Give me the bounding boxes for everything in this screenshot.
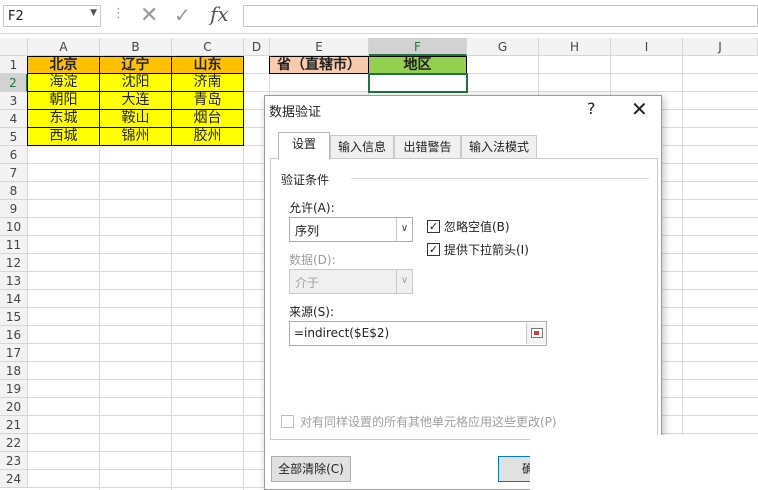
tab-error-alert[interactable]: 出错警告 bbox=[394, 135, 461, 159]
chevron-down-icon[interactable]: ∨ bbox=[396, 218, 412, 241]
insert-function-icon[interactable]: fx bbox=[210, 2, 229, 26]
row-header[interactable]: 16 bbox=[0, 326, 28, 344]
column-header[interactable]: C bbox=[172, 38, 244, 56]
row-header[interactable]: 19 bbox=[0, 380, 28, 398]
help-icon[interactable]: ? bbox=[587, 99, 596, 118]
tab-settings[interactable]: 设置 bbox=[278, 132, 330, 160]
table-cell[interactable]: 青岛 bbox=[172, 92, 244, 110]
row-header[interactable]: 20 bbox=[0, 398, 28, 416]
allow-select[interactable]: 序列 ∨ bbox=[289, 217, 413, 242]
column-header[interactable]: H bbox=[539, 38, 611, 56]
data-select[interactable]: 介于 ∨ bbox=[289, 269, 413, 294]
formula-bar: F2 ▼ ⋮ ✕ ✓ fx bbox=[0, 0, 758, 34]
row-header[interactable]: 14 bbox=[0, 290, 28, 308]
column-header[interactable]: E bbox=[270, 38, 369, 56]
table-cell[interactable]: 烟台 bbox=[172, 110, 244, 128]
name-box[interactable]: F2 ▼ bbox=[3, 5, 101, 27]
row-header[interactable]: 18 bbox=[0, 362, 28, 380]
tab-ime-mode[interactable]: 输入法模式 bbox=[461, 135, 537, 159]
dialog-title: 数据验证 bbox=[269, 105, 322, 120]
row-header[interactable]: 17 bbox=[0, 344, 28, 362]
row-header[interactable]: 11 bbox=[0, 236, 28, 254]
table-cell[interactable]: 西城 bbox=[27, 128, 100, 146]
province-header-cell[interactable]: 省（直辖市） bbox=[269, 56, 369, 74]
close-icon[interactable]: ✕ bbox=[631, 97, 648, 121]
validation-criteria-label: 验证条件 bbox=[281, 173, 330, 187]
clear-all-button[interactable]: 全部清除(C) bbox=[271, 456, 351, 482]
table-cell[interactable]: 海淀 bbox=[27, 74, 100, 92]
source-label: 来源(S): bbox=[289, 305, 335, 319]
row-header[interactable]: 6 bbox=[0, 146, 28, 164]
apply-all-label[interactable]: 对有同样设置的所有其他单元格应用这些更改(P) bbox=[300, 413, 557, 430]
region-header-cell[interactable]: 地区 bbox=[369, 56, 467, 74]
row-header[interactable]: 5 bbox=[0, 128, 28, 146]
table-cell[interactable]: 鞍山 bbox=[100, 110, 172, 128]
name-box-value: F2 bbox=[8, 9, 24, 24]
cancel-icon[interactable]: ✕ bbox=[140, 3, 158, 28]
column-header[interactable]: F bbox=[369, 38, 467, 56]
allow-label: 允许(A): bbox=[289, 201, 335, 215]
dialog-tabs: 设置 输入信息 出错警告 输入法模式 bbox=[270, 132, 658, 160]
column-header[interactable]: I bbox=[611, 38, 683, 56]
enter-icon[interactable]: ✓ bbox=[174, 3, 191, 27]
table-header-cell[interactable]: 辽宁 bbox=[100, 56, 172, 74]
table-cell[interactable]: 朝阳 bbox=[27, 92, 100, 110]
data-value: 介于 bbox=[295, 276, 320, 290]
table-header-cell[interactable]: 北京 bbox=[27, 56, 100, 74]
gridline bbox=[682, 56, 683, 490]
data-validation-dialog: 数据验证 ? ✕ 设置 输入信息 出错警告 输入法模式 验证条件 允许(A): … bbox=[264, 95, 662, 490]
row-header[interactable]: 24 bbox=[0, 470, 28, 488]
source-input[interactable]: =indirect($E$2) bbox=[289, 321, 547, 346]
chevron-down-icon[interactable]: ▼ bbox=[90, 8, 97, 18]
range-select-glyph bbox=[531, 328, 543, 338]
row-header[interactable]: 2 bbox=[0, 74, 28, 92]
data-label: 数据(D): bbox=[289, 253, 336, 267]
table-header-cell[interactable]: 山东 bbox=[172, 56, 244, 74]
ignore-blank-checkbox[interactable]: ✓ bbox=[427, 220, 440, 233]
active-cell-f2[interactable] bbox=[368, 73, 468, 93]
select-all-corner[interactable] bbox=[0, 38, 28, 56]
table-cell[interactable]: 锦州 bbox=[100, 128, 172, 146]
tab-input-message[interactable]: 输入信息 bbox=[330, 135, 394, 159]
row-header[interactable]: 10 bbox=[0, 218, 28, 236]
row-header[interactable]: 1 bbox=[0, 56, 28, 74]
apply-all-checkbox[interactable] bbox=[281, 415, 294, 428]
table-cell[interactable]: 沈阳 bbox=[100, 74, 172, 92]
column-header[interactable]: A bbox=[28, 38, 100, 56]
ignore-blank-label[interactable]: 忽略空值(B) bbox=[444, 218, 510, 235]
row-header[interactable]: 8 bbox=[0, 182, 28, 200]
chevron-down-icon[interactable]: ∨ bbox=[396, 270, 412, 293]
row-header[interactable]: 12 bbox=[0, 254, 28, 272]
column-header[interactable]: D bbox=[244, 38, 270, 56]
column-header[interactable]: J bbox=[683, 38, 758, 56]
table-cell[interactable]: 胶州 bbox=[172, 128, 244, 146]
row-header[interactable]: 23 bbox=[0, 452, 28, 470]
row-header[interactable]: 7 bbox=[0, 164, 28, 182]
row-header[interactable]: 3 bbox=[0, 92, 28, 110]
table-cell[interactable]: 济南 bbox=[172, 74, 244, 92]
drag-handle-icon[interactable]: ⋮ bbox=[112, 6, 125, 21]
column-header[interactable]: B bbox=[100, 38, 172, 56]
table-cell[interactable]: 大连 bbox=[100, 92, 172, 110]
row-header[interactable]: 13 bbox=[0, 272, 28, 290]
section-divider bbox=[351, 178, 649, 179]
in-cell-dropdown-label[interactable]: 提供下拉箭头(I) bbox=[444, 241, 529, 258]
row-header[interactable]: 9 bbox=[0, 200, 28, 218]
overlay-patch bbox=[530, 435, 758, 490]
settings-panel: 验证条件 允许(A): 序列 ∨ 数据(D): 介于 ∨ ✓ 忽略空值(B) ✓… bbox=[270, 158, 658, 440]
in-cell-dropdown-checkbox[interactable]: ✓ bbox=[427, 243, 440, 256]
row-header[interactable]: 15 bbox=[0, 308, 28, 326]
row-header[interactable]: 21 bbox=[0, 416, 28, 434]
source-value: =indirect($E$2) bbox=[294, 326, 390, 340]
row-header[interactable]: 22 bbox=[0, 434, 28, 452]
formula-input[interactable] bbox=[243, 5, 758, 27]
row-header[interactable]: 4 bbox=[0, 110, 28, 128]
allow-value: 序列 bbox=[295, 224, 320, 238]
range-select-icon[interactable] bbox=[526, 323, 546, 344]
table-cell[interactable]: 东城 bbox=[27, 110, 100, 128]
column-header[interactable]: G bbox=[467, 38, 539, 56]
